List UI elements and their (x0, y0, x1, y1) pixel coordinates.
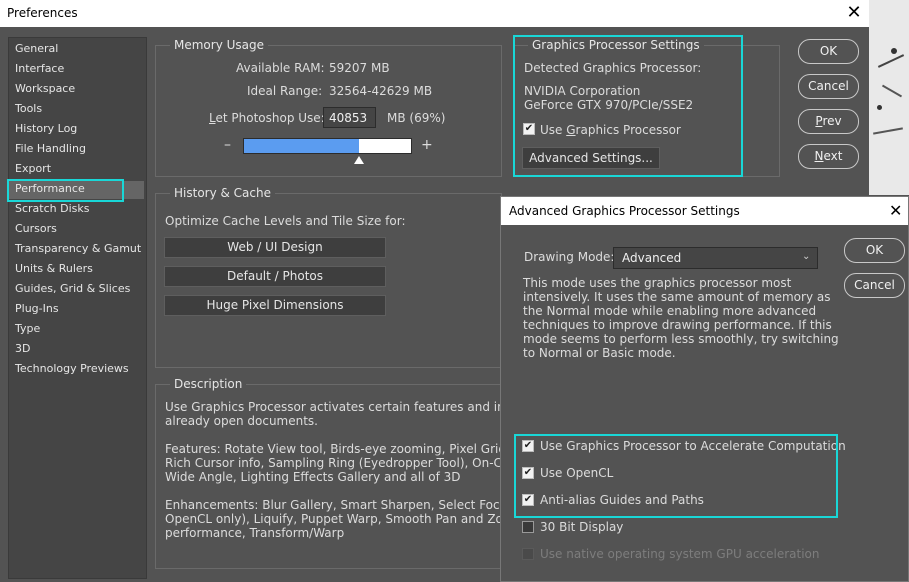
advanced-dialog-title-bar: Advanced Graphics Processor Settings ✕ (501, 197, 908, 225)
sidebar-item-file-handling[interactable]: File Handling (15, 142, 86, 155)
advanced-ok-button[interactable]: OK (844, 238, 905, 263)
sidebar-item-tools[interactable]: Tools (15, 102, 42, 115)
prev-button[interactable]: Prev (798, 109, 859, 134)
advanced-cancel-button[interactable]: Cancel (844, 273, 905, 298)
let-photoshop-use-label: Let Photoshop Use: (209, 111, 325, 125)
memory-input-value: 40853 (329, 111, 368, 125)
huge-pixel-dimensions-button[interactable]: Huge Pixel Dimensions (164, 295, 386, 316)
web-ui-design-button[interactable]: Web / UI Design (164, 237, 386, 258)
sidebar-item-units-rulers[interactable]: Units & Rulers (15, 262, 93, 275)
sidebar: General Interface Workspace Tools Histor… (8, 37, 147, 579)
sidebar-item-workspace[interactable]: Workspace (15, 82, 75, 95)
sidebar-item-scratch-disks[interactable]: Scratch Disks (15, 202, 89, 215)
advanced-dialog-title: Advanced Graphics Processor Settings (509, 204, 740, 218)
history-cache-title: History & Cache (170, 186, 275, 200)
default-photos-button[interactable]: Default / Photos (164, 266, 386, 287)
options-highlight (514, 434, 838, 518)
cancel-button[interactable]: Cancel (798, 74, 859, 99)
available-ram-value: 59207 MB (329, 61, 390, 75)
optimize-label: Optimize Cache Levels and Tile Size for: (165, 214, 406, 228)
sidebar-item-3d[interactable]: 3D (15, 342, 30, 355)
ideal-range-label: Ideal Range: (247, 84, 323, 98)
background-photo (869, 0, 909, 195)
sidebar-item-type[interactable]: Type (15, 322, 40, 335)
sidebar-item-interface[interactable]: Interface (15, 62, 64, 75)
gpu-highlight (513, 35, 743, 177)
description-text: Use Graphics Processor activates certain… (165, 400, 501, 540)
window-title: Preferences (7, 6, 78, 20)
memory-slider-fill (244, 139, 359, 153)
next-button[interactable]: Next (798, 144, 859, 169)
available-ram-label: Available RAM: (236, 61, 325, 75)
performance-highlight (7, 179, 124, 202)
native-gpu-checkbox (522, 548, 534, 560)
drawing-mode-select[interactable]: Advanced ⌄ (613, 247, 818, 269)
memory-slider-track[interactable] (243, 138, 412, 154)
sidebar-item-history-log[interactable]: History Log (15, 122, 77, 135)
minus-icon[interactable]: – (224, 137, 231, 153)
sidebar-item-cursors[interactable]: Cursors (15, 222, 57, 235)
chevron-down-icon: ⌄ (802, 251, 811, 262)
advanced-gpu-dialog: Advanced Graphics Processor Settings ✕ D… (500, 196, 909, 582)
native-gpu-label: Use native operating system GPU accelera… (540, 547, 820, 561)
sidebar-item-transparency-gamut[interactable]: Transparency & Gamut (15, 242, 141, 255)
drawing-mode-label: Drawing Mode: (524, 250, 615, 264)
close-icon[interactable]: ✕ (844, 2, 864, 23)
memory-slider-thumb[interactable] (354, 156, 364, 164)
30-bit-display-checkbox[interactable] (522, 521, 534, 533)
let-label-rest: et Photoshop Use: (215, 111, 325, 125)
memory-usage-title: Memory Usage (170, 38, 269, 52)
30-bit-display-label: 30 Bit Display (540, 520, 624, 534)
sidebar-item-technology-previews[interactable]: Technology Previews (15, 362, 129, 375)
advanced-close-icon[interactable]: ✕ (889, 201, 902, 220)
ok-button[interactable]: OK (798, 39, 859, 64)
drawing-mode-description: This mode uses the graphics processor mo… (523, 276, 839, 360)
memory-input[interactable]: 40853 (323, 107, 376, 128)
sidebar-item-export[interactable]: Export (15, 162, 51, 175)
ideal-range-value: 32564-42629 MB (329, 84, 433, 98)
memory-unit: MB (69%) (387, 111, 446, 125)
drawing-mode-value: Advanced (622, 251, 682, 265)
plus-icon[interactable]: + (421, 137, 433, 153)
preferences-title-bar: Preferences ✕ (0, 0, 869, 27)
sidebar-item-plug-ins[interactable]: Plug-Ins (15, 302, 59, 315)
sidebar-item-general[interactable]: General (15, 42, 58, 55)
sidebar-item-guides-grid-slices[interactable]: Guides, Grid & Slices (15, 282, 130, 295)
description-title: Description (170, 377, 247, 391)
